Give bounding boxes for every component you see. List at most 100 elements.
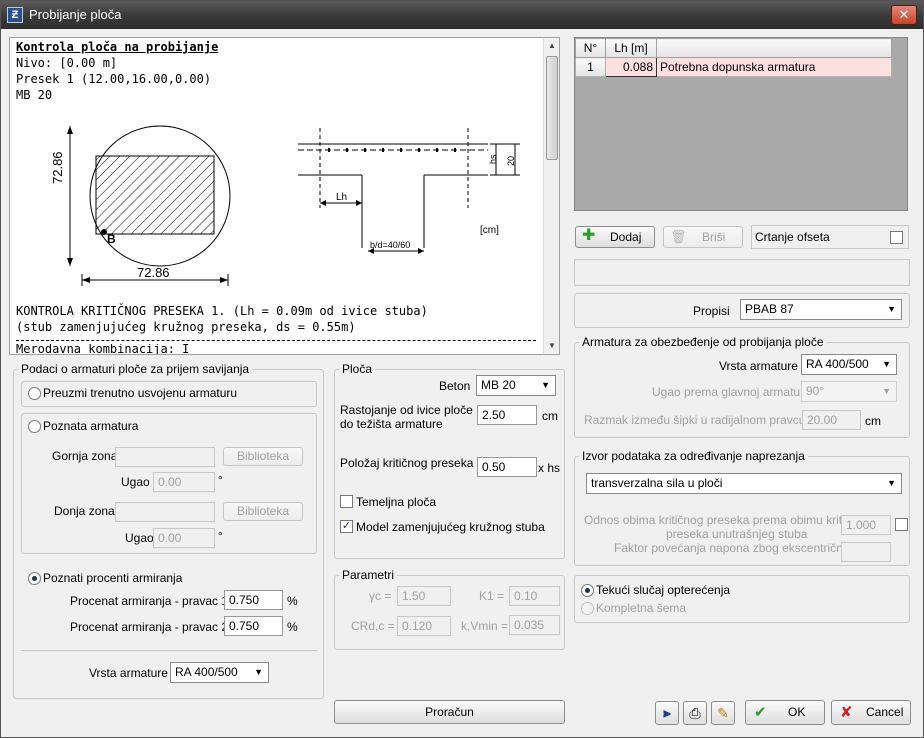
chevron-down-icon: ▼ <box>887 478 896 488</box>
top-angle-input[interactable]: 0.00 <box>153 472 215 492</box>
label-perimeter-ratio-2: preseka unutrašnjeg stuba <box>666 527 808 541</box>
stress-source-select[interactable]: transverzalna sila u ploči ▼ <box>586 473 902 494</box>
report-critical-line: KONTROLA KRITIČNOG PRESEKA 1. (Lh = 0.09… <box>16 304 428 318</box>
radio-current-reinforcement[interactable] <box>28 387 41 400</box>
row-lh-cell[interactable]: 0.088 <box>605 57 657 77</box>
report-separator <box>16 340 536 341</box>
report-column-line: (stub zamenjujućeg kružnog preseka, ds =… <box>16 320 356 334</box>
main-angle-select[interactable]: 90° ▼ <box>801 381 897 402</box>
bottom-zone-input[interactable] <box>115 502 215 522</box>
column-header-no[interactable]: N° <box>575 38 606 58</box>
window-title: Probijanje ploča <box>29 7 122 22</box>
chevron-down-icon: ▼ <box>254 667 263 677</box>
label-crd-c: CRd,c = <box>351 619 395 633</box>
radio-complete-scheme[interactable] <box>581 602 594 615</box>
report-scrollbar[interactable]: ▲ ▼ <box>543 38 559 354</box>
punching-rebar-select[interactable]: RA 400/500 ▼ <box>801 354 897 375</box>
bottom-angle-degree: ° <box>218 529 223 543</box>
cancel-button[interactable]: ✘ Cancel <box>831 700 911 725</box>
print-button[interactable]: ⎙ <box>683 701 707 725</box>
gamma-c-input[interactable]: 1.50 <box>397 586 451 606</box>
chevron-down-icon: ▼ <box>882 386 891 396</box>
offset-checkbox[interactable] <box>890 231 903 244</box>
delete-button[interactable]: 🗑 Briši <box>663 226 743 248</box>
edit-icon: ✎ <box>717 705 729 721</box>
circle-plan-drawing <box>67 125 231 286</box>
radial-spacing-input[interactable]: 20.00 <box>802 410 861 430</box>
eccentricity-factor-input[interactable] <box>841 542 891 562</box>
rebar-type-select[interactable]: RA 400/500 ▼ <box>170 662 269 683</box>
edit-button[interactable]: ✎ <box>711 701 735 725</box>
report-viewer[interactable]: Kontrola ploča na probijanje Nivo: [0.00… <box>9 37 560 355</box>
critical-sections-table[interactable]: N° Lh [m] 1 0.088 Potrebna dopunska arma… <box>574 37 908 211</box>
percent-dir2-unit: % <box>287 620 298 634</box>
chart-icon-button[interactable]: ⫸ <box>655 701 679 725</box>
label-current-reinforcement: Preuzmi trenutno usvojenu armaturu <box>43 386 238 400</box>
crd-c-input[interactable]: 0.120 <box>397 616 451 636</box>
radio-current-load-case[interactable] <box>581 584 594 597</box>
circle-dim-vertical: 72.86 <box>50 151 65 184</box>
scroll-down-icon[interactable]: ▼ <box>544 338 559 354</box>
punching-rebar-value: RA 400/500 <box>806 357 869 371</box>
critical-position-input[interactable]: 0.50 <box>477 457 537 477</box>
ok-button[interactable]: ✔ OK <box>745 700 825 725</box>
top-angle-degree: ° <box>218 473 223 487</box>
radio-known-percent[interactable] <box>28 572 41 585</box>
top-library-button[interactable]: Biblioteka <box>223 447 303 466</box>
label-radial-spacing: Razmak između šipki u radijalnom pravcu <box>584 413 806 427</box>
label-circular-column: Model zamenjujućeg kružnog stuba <box>356 520 545 534</box>
bottom-library-button[interactable]: Biblioteka <box>223 502 303 521</box>
top-zone-input[interactable] <box>115 447 215 467</box>
punching-reinforcement-title: Armatura za obezbeđenje od probijanja pl… <box>579 335 827 349</box>
label-complete-scheme: Kompletna šema <box>596 601 687 615</box>
label-distance-2: do težišta armature <box>340 417 443 431</box>
label-percent-dir1: Procenat armiranja - pravac 1 <box>70 594 229 608</box>
foundation-slab-checkbox[interactable] <box>340 495 353 508</box>
code-select[interactable]: PBAB 87 ▼ <box>740 299 902 320</box>
radio-known-reinforcement[interactable] <box>28 420 41 433</box>
bottom-angle-input[interactable]: 0.00 <box>153 528 215 548</box>
label-concrete: Beton <box>439 379 471 393</box>
status-bar <box>574 259 910 286</box>
chevron-down-icon: ▼ <box>882 359 891 369</box>
chart-icon: ⫸ <box>663 705 671 720</box>
label-punching-rebar-type: Vrsta armature <box>719 359 798 373</box>
printer-icon: ⎙ <box>689 705 701 721</box>
k1-input[interactable]: 0.10 <box>509 586 560 606</box>
label-top-angle: Ugao <box>121 475 150 489</box>
compute-button[interactable]: Proračun <box>334 700 565 724</box>
column-header-lh[interactable]: Lh [m] <box>605 38 657 58</box>
percent-dir1-input[interactable]: 0.750 <box>224 590 283 610</box>
left-separator <box>21 650 317 651</box>
report-combination-line: Merodavna kombinacija: I <box>16 344 190 354</box>
table-row[interactable]: 1 0.088 Potrebna dopunska armatura <box>575 57 892 77</box>
concrete-select[interactable]: MB 20 ▼ <box>476 375 556 396</box>
k-vmin-input[interactable]: 0.035 <box>509 615 560 635</box>
column-header-note[interactable] <box>656 38 892 58</box>
add-button[interactable]: ✚ Dodaj <box>575 226 655 248</box>
circular-column-checkbox[interactable]: ✓ <box>340 520 353 533</box>
check-icon: ✔ <box>754 704 767 721</box>
percent-dir2-input[interactable]: 0.750 <box>224 616 283 636</box>
chevron-down-icon: ▼ <box>541 380 550 390</box>
perimeter-ratio-checkbox[interactable] <box>895 518 908 531</box>
cancel-label: Cancel <box>866 705 904 719</box>
distance-input[interactable]: 2.50 <box>477 405 537 425</box>
perimeter-ratio-input[interactable]: 1.000 <box>841 515 891 535</box>
label-eccentricity-factor: Faktor povećanja napona zbog ekscentričn… <box>614 541 862 555</box>
label-rebar-type: Vrsta armature <box>89 666 168 680</box>
dialog-window: Ƶ Probijanje ploča ✕ Kontrola ploča na p… <box>0 0 924 738</box>
rebar-type-value: RA 400/500 <box>175 665 238 679</box>
trash-icon: 🗑 <box>670 229 687 244</box>
label-k-vmin: k,Vmin = <box>461 619 509 633</box>
row-number: 1 <box>575 57 606 77</box>
section-hs-label: hs <box>488 154 498 164</box>
scroll-up-icon[interactable]: ▲ <box>544 38 559 54</box>
scroll-thumb[interactable] <box>546 56 558 160</box>
close-button[interactable]: ✕ <box>891 5 917 25</box>
title-bar: Ƶ Probijanje ploča ✕ <box>1 1 923 29</box>
plus-icon: ✚ <box>582 227 596 244</box>
label-perimeter-ratio-1: Odnos obima kritičnog preseka prema obim… <box>584 513 871 527</box>
offset-label: Crtanje ofseta <box>755 230 830 244</box>
stress-source-value: transverzalna sila u ploči <box>591 476 723 490</box>
